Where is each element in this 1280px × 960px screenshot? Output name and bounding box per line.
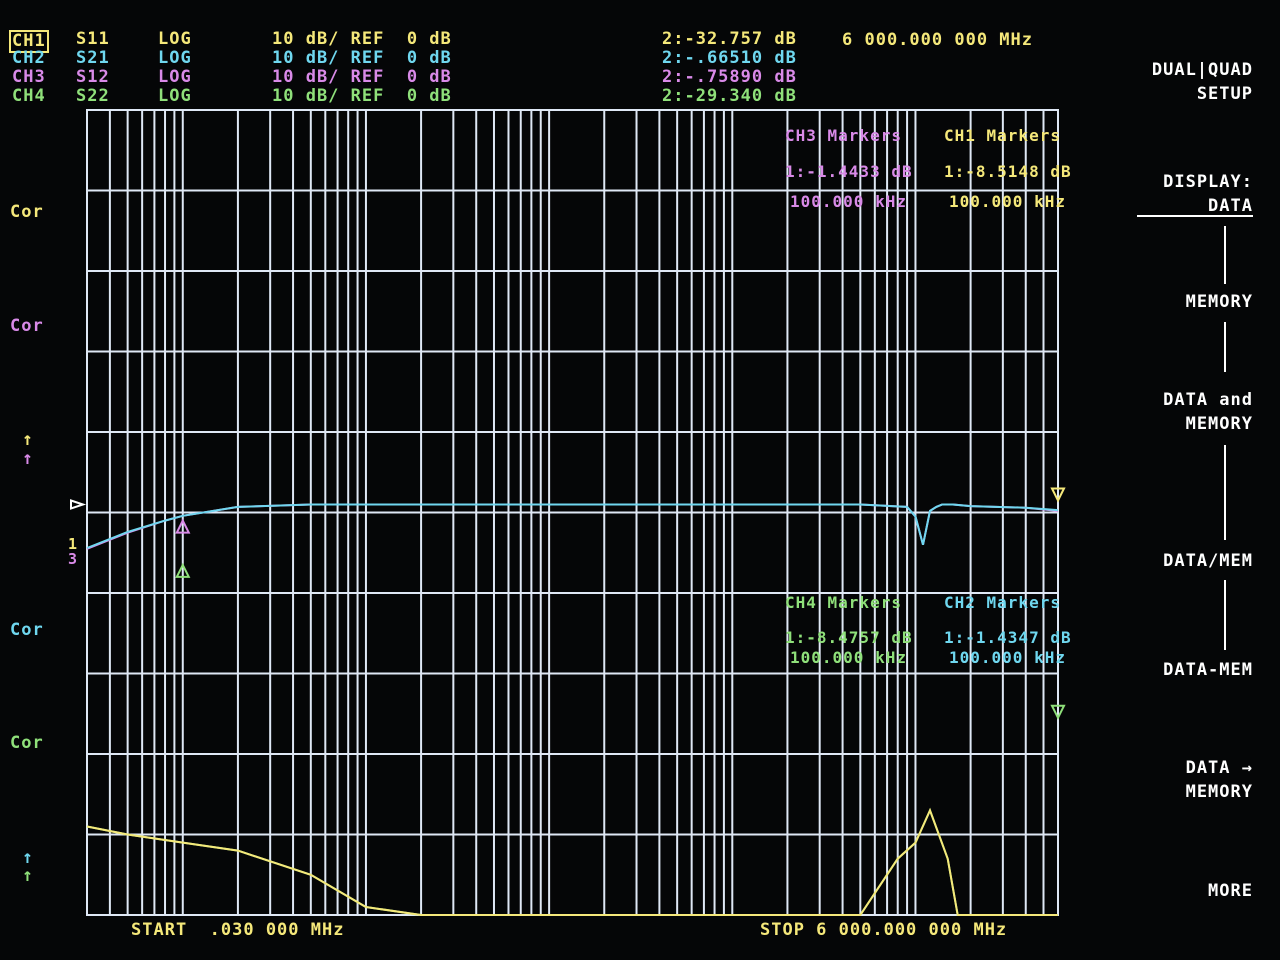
cor-label-ch2: Cor (10, 620, 44, 640)
data-div-mem-softkey[interactable]: DATA/MEM (1110, 549, 1253, 573)
ch1-marker-value: 1:-8.5148 dB (944, 162, 1072, 181)
start-frequency: START .030 000 MHz (131, 920, 345, 940)
data-and-line1: DATA and (1163, 390, 1253, 410)
menu-connector-3 (1224, 445, 1226, 540)
data-and-line2: MEMORY (1185, 414, 1253, 434)
menu-title-line1: DUAL|QUAD (1151, 60, 1253, 80)
data-to-line1: DATA → (1185, 758, 1253, 778)
up-arrow-icon-green: ↑ (22, 865, 33, 886)
up-arrow-icon-violet: ↑ (22, 448, 33, 469)
ch3-marker-value: 1:-1.4433 dB (785, 162, 913, 181)
ch4-markers-title: CH4 Markers (785, 593, 902, 612)
memory-softkey[interactable]: MEMORY (1110, 290, 1253, 314)
menu-title[interactable]: DUAL|QUAD SETUP (1110, 58, 1253, 106)
menu-title-line2: SETUP (1196, 84, 1253, 104)
cor-label-ch4: Cor (10, 733, 44, 753)
ch2-marker-value: 1:-1.4347 dB (944, 628, 1072, 647)
menu-connector-1 (1224, 226, 1226, 284)
trace-s11 (86, 807, 1058, 916)
ch4-marker-freq: 100.000 kHz (790, 648, 907, 667)
display-data-softkey[interactable]: DISPLAY: DATA (1110, 170, 1253, 218)
ch3-markers-title: CH3 Markers (785, 126, 902, 145)
vna-screen: CH1 S11 LOG 10 dB/ REF 0 dB 2:-32.757 dB CH2 S… (0, 0, 1280, 960)
ch2-markers-title: CH2 Markers (944, 593, 1061, 612)
ch3-marker-freq: 100.000 kHz (790, 192, 907, 211)
data-minus-mem-softkey[interactable]: DATA-MEM (1110, 658, 1253, 682)
ch2-marker-freq: 100.000 kHz (949, 648, 1066, 667)
menu-connector-4 (1224, 580, 1226, 650)
stop-frequency: STOP 6 000.000 000 MHz (760, 920, 1008, 940)
trace-s22 (86, 807, 1058, 916)
display-label: DISPLAY: (1163, 172, 1253, 192)
menu-divider (1137, 215, 1253, 217)
trace-s12 (86, 503, 1059, 550)
up-arrow-icon-yellow: ↑ (22, 429, 33, 450)
ch1-markers-title: CH1 Markers (944, 126, 1061, 145)
data-and-memory-softkey[interactable]: DATA and MEMORY (1110, 388, 1253, 436)
up-arrow-icon-cyan: ↑ (22, 847, 33, 868)
ch4-marker-value: 1:-8.4757 dB (785, 628, 913, 647)
reference-level-marker (70, 499, 87, 510)
menu-connector-2 (1224, 322, 1226, 372)
trace-s21 (86, 503, 1059, 549)
data-to-memory-softkey[interactable]: DATA → MEMORY (1110, 756, 1253, 804)
cor-label-ch1: Cor (10, 202, 44, 222)
trace-plot (70, 109, 1066, 916)
ref-marker-3: 3 (68, 550, 79, 568)
data-to-line2: MEMORY (1185, 782, 1253, 802)
more-softkey[interactable]: MORE (1110, 879, 1253, 903)
ch1-marker-freq: 100.000 kHz (949, 192, 1066, 211)
cor-label-ch3: Cor (10, 316, 44, 336)
